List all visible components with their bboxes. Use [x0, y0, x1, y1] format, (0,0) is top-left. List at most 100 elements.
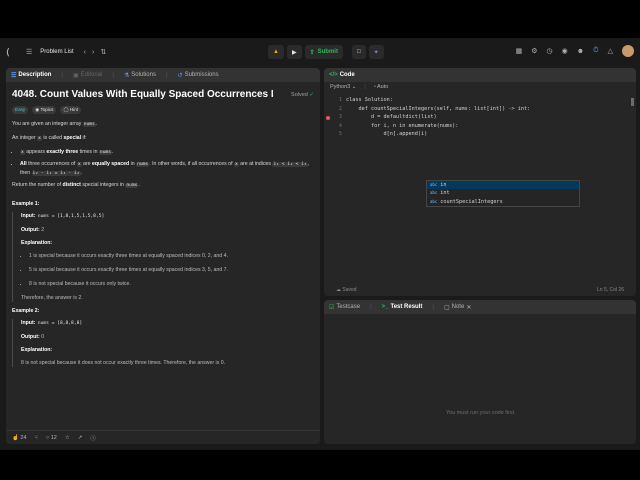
tab-note[interactable]: ▢ Note ✕	[444, 304, 471, 311]
tab-divider: |	[370, 304, 372, 310]
streak-icon[interactable]: ◉	[562, 47, 568, 55]
comment-count: 12	[50, 434, 57, 441]
share-icon: ↗	[77, 434, 83, 441]
line-number: 1	[338, 97, 342, 103]
difficulty-badge[interactable]: Easy	[12, 106, 29, 114]
tab-submissions[interactable]: ↺ Submissions	[178, 72, 219, 79]
input-value: nums = [8,8,8,8]	[37, 321, 83, 326]
description-tabs: ☰ Description | ▣ Editorial | ⚗ Solutions |…	[6, 68, 320, 82]
line-number: 2	[338, 105, 342, 112]
book-icon: ▣	[72, 72, 79, 79]
solved-badge: Solved ✓	[291, 89, 314, 101]
text: An integer	[12, 135, 38, 141]
lock-icon: ▫	[373, 84, 376, 90]
text: times in	[78, 149, 99, 155]
favorite-button[interactable]: ☆	[65, 435, 70, 441]
tab-editorial[interactable]: ▣ Editorial	[73, 72, 102, 79]
language-select[interactable]: Python3 ⌄	[330, 84, 356, 90]
thumbs-down-icon: ☟	[34, 434, 38, 441]
tab-testcase[interactable]: ☑ Testcase	[329, 304, 360, 311]
list-item: 5 is special because it occurs exactly t…	[29, 266, 314, 274]
tab-submissions-label: Submissions	[184, 72, 219, 78]
debug-button[interactable]: ▲	[268, 45, 284, 59]
code-line: class Solution:	[346, 97, 393, 103]
tab-divider: |	[61, 72, 63, 78]
problem-list-button[interactable]: Problem List	[40, 49, 73, 55]
explanation-label: Explanation:	[21, 240, 53, 246]
input-value: nums = [1,8,1,5,1,5,8,5]	[37, 214, 105, 219]
editor-scrollbar[interactable]	[631, 98, 634, 106]
submit-button[interactable]: ⇧ Submit	[304, 45, 343, 59]
tab-editorial-label: Editorial	[80, 72, 103, 78]
help-button[interactable]: ⓘ	[90, 434, 96, 442]
keyword-icon: abc	[430, 190, 438, 196]
avatar[interactable]	[622, 45, 634, 57]
leetcode-logo-icon[interactable]: ⟨	[6, 47, 16, 57]
bold-text: distinct	[62, 182, 81, 188]
code-icon: </>	[329, 72, 338, 78]
tab-solutions[interactable]: ⚗ Solutions	[124, 72, 156, 79]
bold-text: special	[63, 135, 82, 141]
tab-test-result-label: Test Result	[390, 304, 423, 310]
layout-icon[interactable]: ▦	[516, 47, 523, 55]
autocomplete-item[interactable]: abc countSpecialIntegers	[427, 198, 579, 206]
chevron-left-icon[interactable]: ‹	[84, 49, 86, 56]
lightbulb-icon: ◯	[63, 107, 69, 112]
example-box: Input: nums = [8,8,8,8] Output: 0 Explan…	[12, 319, 314, 367]
topics-chip[interactable]: ◉ Topics	[32, 106, 57, 114]
paragraph: Return the number of distinct special in…	[12, 182, 140, 188]
text: three occurrences of	[26, 161, 77, 167]
cloud-icon: ☁	[336, 287, 341, 293]
autocomplete-item[interactable]: abc in	[427, 181, 579, 190]
tag-icon: ◉	[35, 107, 40, 112]
topics-label: Topics	[40, 107, 54, 112]
autocomplete-item[interactable]: abc int	[427, 189, 579, 197]
run-actions: ▲ ▶ ⇧ Submit □ ✦	[268, 45, 384, 59]
notes-button[interactable]: □	[351, 45, 366, 59]
output-value: 0	[41, 334, 45, 340]
editor-toolbar: Python3 ⌄ | ▫ Auto	[324, 82, 636, 92]
output-label: Output:	[21, 227, 40, 233]
list-item: x appears exactly three times in nums.	[20, 148, 314, 157]
save-label: Saved	[342, 287, 357, 293]
tab-test-result[interactable]: >_ Test Result	[382, 304, 423, 310]
input-label: Input:	[21, 213, 36, 219]
stopwatch-icon[interactable]: ⏱	[593, 47, 598, 55]
chevron-right-icon[interactable]: ›	[92, 49, 94, 56]
fire-icon[interactable]: △	[608, 47, 613, 55]
timer-icon[interactable]: ◷	[547, 47, 553, 55]
question-icon: ⓘ	[90, 435, 96, 442]
text: Return the number of	[12, 182, 63, 188]
like-button[interactable]: ☝ 24	[12, 435, 27, 441]
text: is called	[41, 135, 64, 141]
settings-icon[interactable]: ⚙	[531, 47, 537, 55]
text: special integers in	[80, 182, 126, 188]
code-tabs: </> Code	[324, 68, 636, 82]
code-line: for i, n in enumerate(nums):	[346, 122, 459, 129]
bold-text: exactly three	[46, 149, 79, 155]
ai-button[interactable]: ✦	[368, 45, 384, 59]
comments-button[interactable]: ○ 12	[46, 435, 57, 441]
list-icon[interactable]: ☰	[26, 48, 32, 56]
tab-code[interactable]: </> Code	[329, 72, 355, 78]
list-item: 1 is special because it occurs exactly t…	[29, 252, 314, 260]
auto-toggle[interactable]: ▫ Auto	[374, 84, 389, 90]
share-button[interactable]: ↗	[78, 435, 83, 441]
code-line: def countSpecialIntegers(self, nums: lis…	[346, 105, 531, 112]
language-label: Python3	[330, 84, 351, 90]
close-icon[interactable]: ✕	[466, 304, 471, 311]
problem-title-row: 4048. Count Values With Equally Spaced O…	[12, 89, 314, 101]
tab-description[interactable]: ☰ Description	[11, 72, 51, 79]
example-heading: Example 2:	[12, 308, 40, 314]
run-button[interactable]: ▶	[286, 45, 302, 59]
example-explanation: Explanation:	[21, 239, 314, 247]
user-plus-icon[interactable]: ☻	[577, 48, 584, 55]
tab-divider: |	[112, 72, 114, 78]
keyword-icon: abc	[430, 182, 438, 187]
shuffle-icon[interactable]: ⇅	[100, 48, 106, 56]
problem-tags: Easy ◉ Topics ◯ Hint	[12, 106, 314, 114]
output-value: 2	[41, 227, 45, 233]
breakpoint-dot[interactable]	[326, 115, 330, 120]
dislike-button[interactable]: ☟	[35, 435, 38, 441]
hint-chip[interactable]: ◯ Hint	[60, 106, 82, 114]
